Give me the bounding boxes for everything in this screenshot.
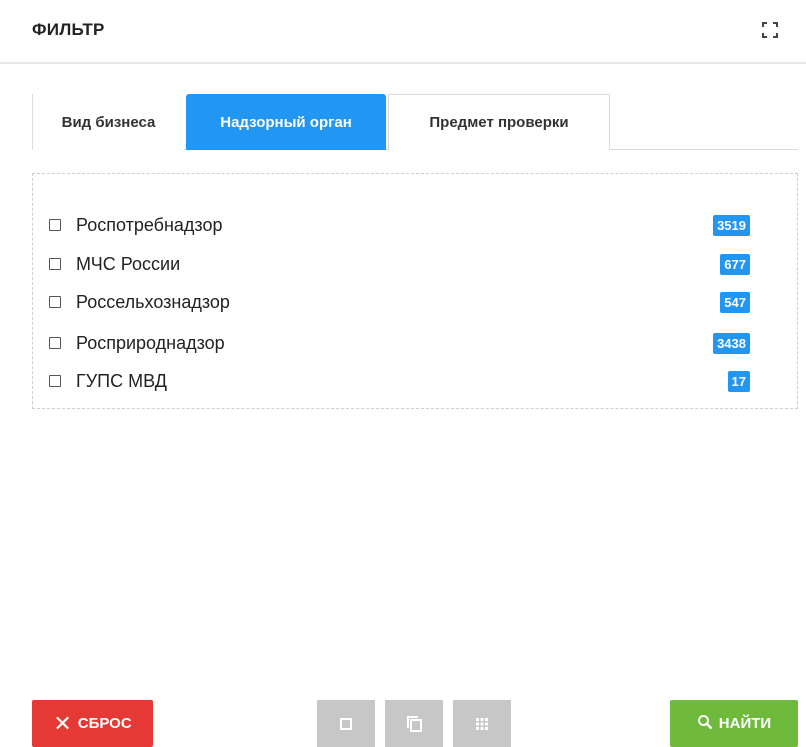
close-icon: ✕ <box>53 710 72 736</box>
count-badge: 17 <box>727 371 750 392</box>
reset-button-label: СБРОС <box>77 715 132 732</box>
single-view-button[interactable] <box>317 700 375 747</box>
tab-business-type[interactable]: Вид бизнеса <box>32 94 184 150</box>
reset-button[interactable]: ✕ СБРОС <box>32 700 153 747</box>
list-item[interactable]: Росприроднадзор 3438 <box>42 329 758 357</box>
stacked-view-button[interactable] <box>385 700 443 747</box>
option-label: МЧС России <box>76 253 181 274</box>
count-badge: 3519 <box>713 215 750 236</box>
grid-view-button[interactable] <box>453 700 511 747</box>
option-label: Роспотребнадзор <box>76 214 223 235</box>
find-button-label: НАЙТИ <box>718 715 772 732</box>
count-badge: 547 <box>720 292 750 313</box>
list-item[interactable]: Роспотребнадзор 3519 <box>42 211 758 239</box>
checkbox[interactable] <box>49 337 61 349</box>
count-badge: 3438 <box>713 333 750 354</box>
option-label: Росприроднадзор <box>76 332 225 353</box>
stacked-view-icon <box>404 714 424 734</box>
option-label: ГУПС МВД <box>76 370 167 391</box>
tab-supervisory-authority[interactable]: Надзорный орган <box>186 94 386 150</box>
tab-inspection-subject[interactable]: Предмет проверки <box>388 94 610 150</box>
count-badge: 677 <box>720 254 750 275</box>
checkbox[interactable] <box>49 375 61 387</box>
page-title: ФИЛЬТР <box>32 20 105 39</box>
list-item[interactable]: ГУПС МВД 17 <box>42 367 758 395</box>
list-item[interactable]: Россельхознадзор 547 <box>42 288 758 316</box>
grid-view-icon <box>472 714 492 734</box>
search-icon <box>697 714 713 734</box>
checkbox[interactable] <box>49 219 61 231</box>
list-item[interactable]: МЧС России 677 <box>42 250 758 278</box>
expand-icon[interactable] <box>762 22 778 38</box>
filter-header: ФИЛЬТР <box>0 0 806 64</box>
find-button[interactable]: НАЙТИ <box>670 700 798 747</box>
filter-tabs: Вид бизнеса Надзорный орган Предмет пров… <box>32 94 798 150</box>
checkbox[interactable] <box>49 258 61 270</box>
option-label: Россельхознадзор <box>76 291 230 312</box>
single-view-icon <box>336 714 356 734</box>
checkbox[interactable] <box>49 296 61 308</box>
